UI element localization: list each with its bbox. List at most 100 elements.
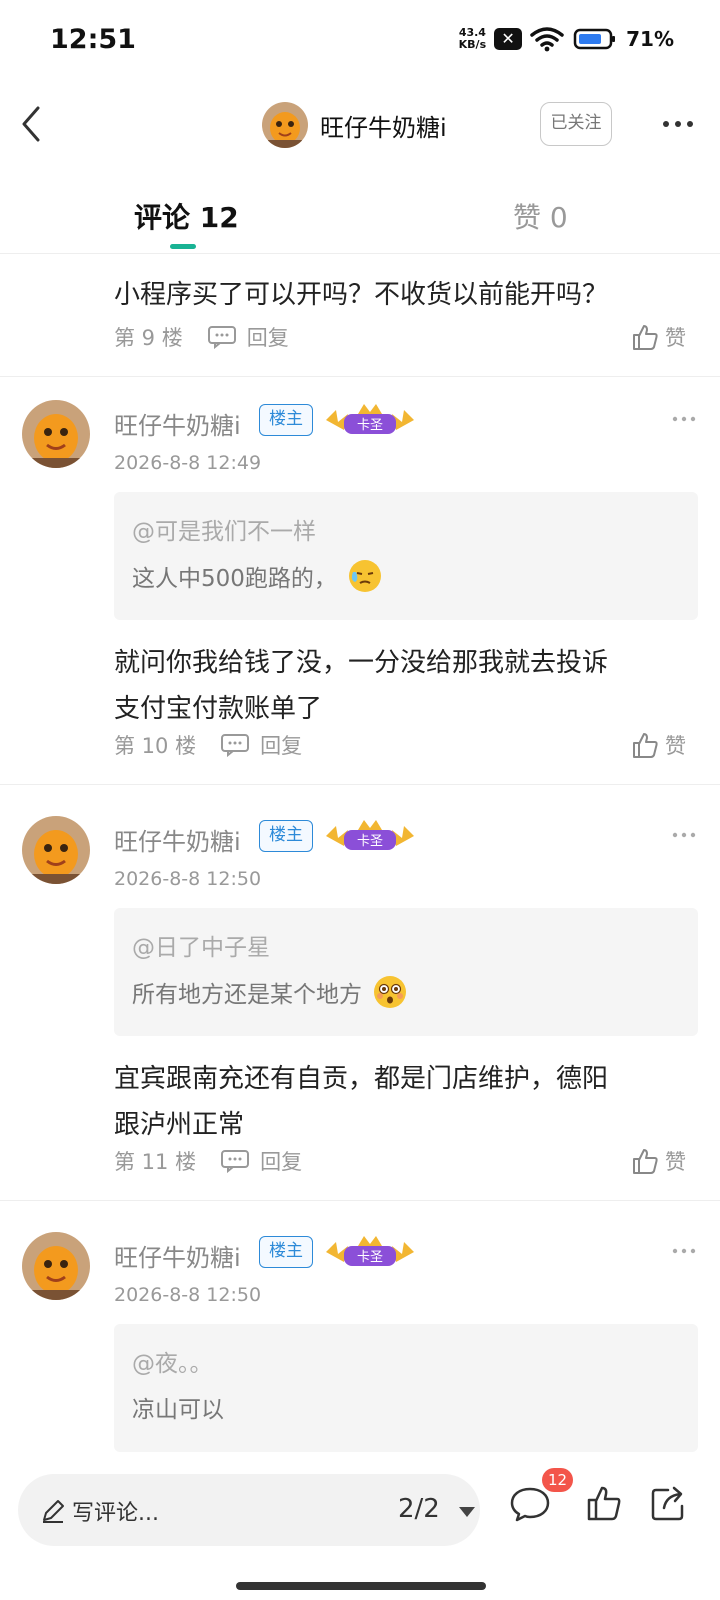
quoted-text-content: 所有地方还是某个地方 <box>132 982 362 1008</box>
comment-body-line: 支付宝付款账单了 <box>114 694 323 724</box>
quoted-text-content: 这人中500跑路的， <box>132 566 337 592</box>
comment-meta: 第 11 楼 回复 <box>114 1146 302 1176</box>
bottom-action-bar: 写评论... 2/2 12 <box>0 1458 720 1600</box>
commenter-name[interactable]: 旺仔牛奶糖i <box>114 1238 241 1273</box>
net-speed: 43.4 KB/s <box>459 27 486 51</box>
avatar[interactable] <box>22 816 90 884</box>
sim-off-icon: ✕ <box>494 28 523 50</box>
reply-label: 回复 <box>260 1150 303 1174</box>
like-button[interactable]: 赞 <box>631 730 686 760</box>
pen-icon <box>43 1500 64 1523</box>
comment-item: 旺仔牛奶糖i 楼主 卡圣 2026-8-8 12:50 @日了中子星 所有地方还… <box>0 794 720 1202</box>
status-time: 12:51 <box>50 24 136 55</box>
floor-number: 第 9 楼 <box>114 326 183 350</box>
tab-likes[interactable]: 赞 0 <box>513 196 568 236</box>
tab-comments[interactable]: 评论 12 <box>134 196 239 236</box>
quoted-comment[interactable]: @可是我们不一样 这人中500跑路的， <box>114 492 698 620</box>
status-icons: 43.4 KB/s ✕ 71% <box>459 26 674 52</box>
crown-badge: 卡圣 <box>322 816 418 856</box>
crown-badge-label: 卡圣 <box>357 1250 383 1265</box>
reply-icon <box>221 734 250 757</box>
comment-item: 旺仔牛奶糖i 楼主 卡圣 2026-8-8 12:49 @可是我们不一样 这人中… <box>0 378 720 786</box>
comment-meta: 第 9 楼 回复 <box>114 322 289 352</box>
quoted-text: 所有地方还是某个地方 <box>132 974 408 1010</box>
comment-item: 旺仔牛奶糖i 楼主 卡圣 2026-8-8 12:50 @夜。。 凉山可以 <box>0 1210 720 1470</box>
commenter-name[interactable]: 旺仔牛奶糖i <box>114 406 241 441</box>
page-indicator[interactable]: 2/2 <box>398 1494 440 1524</box>
comment-body-line: 跟泸州正常 <box>114 1110 245 1140</box>
more-horizontal-icon[interactable] <box>672 1246 696 1256</box>
divider <box>0 784 720 785</box>
battery-percent: 71% <box>626 27 674 51</box>
like-button[interactable]: 赞 <box>631 1146 686 1176</box>
tab-bar: 评论 12 赞 0 <box>0 178 720 254</box>
owner-badge: 楼主 <box>259 404 313 436</box>
comment-bubble-icon[interactable] <box>510 1486 550 1522</box>
author-avatar[interactable] <box>262 102 308 148</box>
owner-badge: 楼主 <box>259 820 313 852</box>
thumbs-up-icon[interactable] <box>586 1484 622 1522</box>
like-label: 赞 <box>665 1150 686 1174</box>
follow-button[interactable]: 已关注 <box>540 102 612 146</box>
reply-button[interactable]: 回复 <box>220 730 302 760</box>
quoted-user: @日了中子星 <box>132 935 270 961</box>
quoted-user: @可是我们不一样 <box>132 519 316 545</box>
reply-icon <box>207 326 236 349</box>
share-icon[interactable] <box>650 1484 688 1522</box>
floor-number: 第 11 楼 <box>114 1150 197 1174</box>
floor-number: 第 10 楼 <box>114 734 197 758</box>
quoted-user: @夜。。 <box>132 1351 213 1377</box>
comment-count-badge: 12 <box>542 1468 574 1492</box>
quoted-comment[interactable]: @日了中子星 所有地方还是某个地方 <box>114 908 698 1036</box>
comment-time: 2026-8-8 12:49 <box>114 452 262 474</box>
crown-badge-label: 卡圣 <box>357 834 383 849</box>
crown-badge: 卡圣 <box>322 400 418 440</box>
comment-body: 宜宾跟南充还有自贡，都是门店维护，德阳 跟泸州正常 <box>114 1056 704 1148</box>
quoted-comment[interactable]: @夜。。 凉山可以 <box>114 1324 698 1452</box>
divider <box>0 376 720 377</box>
quoted-text: 这人中500跑路的， <box>132 558 383 594</box>
caret-down-icon[interactable] <box>458 1506 476 1518</box>
commenter-name[interactable]: 旺仔牛奶糖i <box>114 822 241 857</box>
like-label: 赞 <box>665 326 686 350</box>
divider <box>0 1200 720 1201</box>
chevron-left-icon[interactable] <box>18 104 48 144</box>
avatar[interactable] <box>22 400 90 468</box>
active-tab-indicator <box>170 244 196 249</box>
sweat-face-emoji <box>348 560 381 592</box>
more-horizontal-icon[interactable] <box>658 106 698 142</box>
astonished-face-emoji <box>374 976 406 1008</box>
owner-badge: 楼主 <box>259 1236 313 1268</box>
comment-meta: 第 10 楼 回复 <box>114 730 302 760</box>
reply-button[interactable]: 回复 <box>207 322 289 352</box>
net-speed-unit: KB/s <box>458 38 487 51</box>
comments-page: 12:51 43.4 KB/s ✕ 71% 旺仔牛奶糖i 已关注 评论 12 赞… <box>0 0 720 1600</box>
more-horizontal-icon[interactable] <box>672 830 696 840</box>
comment-body-line: 宜宾跟南充还有自贡，都是门店维护，德阳 <box>114 1064 609 1094</box>
like-button[interactable]: 赞 <box>631 322 686 352</box>
reply-button[interactable]: 回复 <box>220 1146 302 1176</box>
write-comment-placeholder: 写评论... <box>72 1501 159 1526</box>
reply-label: 回复 <box>246 326 289 350</box>
battery-icon <box>573 28 616 50</box>
crown-badge-label: 卡圣 <box>357 418 383 433</box>
top-nav-bar: 旺仔牛奶糖i 已关注 <box>0 92 720 158</box>
quoted-text-content: 凉山可以 <box>132 1397 224 1423</box>
author-name[interactable]: 旺仔牛奶糖i <box>320 108 447 143</box>
more-horizontal-icon[interactable] <box>672 414 696 424</box>
home-indicator <box>236 1582 486 1590</box>
crown-badge: 卡圣 <box>322 1232 418 1272</box>
avatar[interactable] <box>22 1232 90 1300</box>
quoted-text: 凉山可以 <box>132 1390 224 1424</box>
wifi-icon <box>530 27 564 52</box>
status-bar: 12:51 43.4 KB/s ✕ 71% <box>0 0 720 84</box>
thumbs-up-icon <box>633 325 658 350</box>
reply-icon <box>221 1150 250 1173</box>
write-comment-input[interactable]: 写评论... 2/2 <box>18 1474 480 1546</box>
comment-body-line: 就问你我给钱了没，一分没给那我就去投诉 <box>114 648 609 678</box>
like-label: 赞 <box>665 734 686 758</box>
thumbs-up-icon <box>633 1149 658 1174</box>
comment-body: 就问你我给钱了没，一分没给那我就去投诉 支付宝付款账单了 <box>114 640 704 732</box>
reply-label: 回复 <box>260 734 303 758</box>
comment-time: 2026-8-8 12:50 <box>114 1284 262 1306</box>
